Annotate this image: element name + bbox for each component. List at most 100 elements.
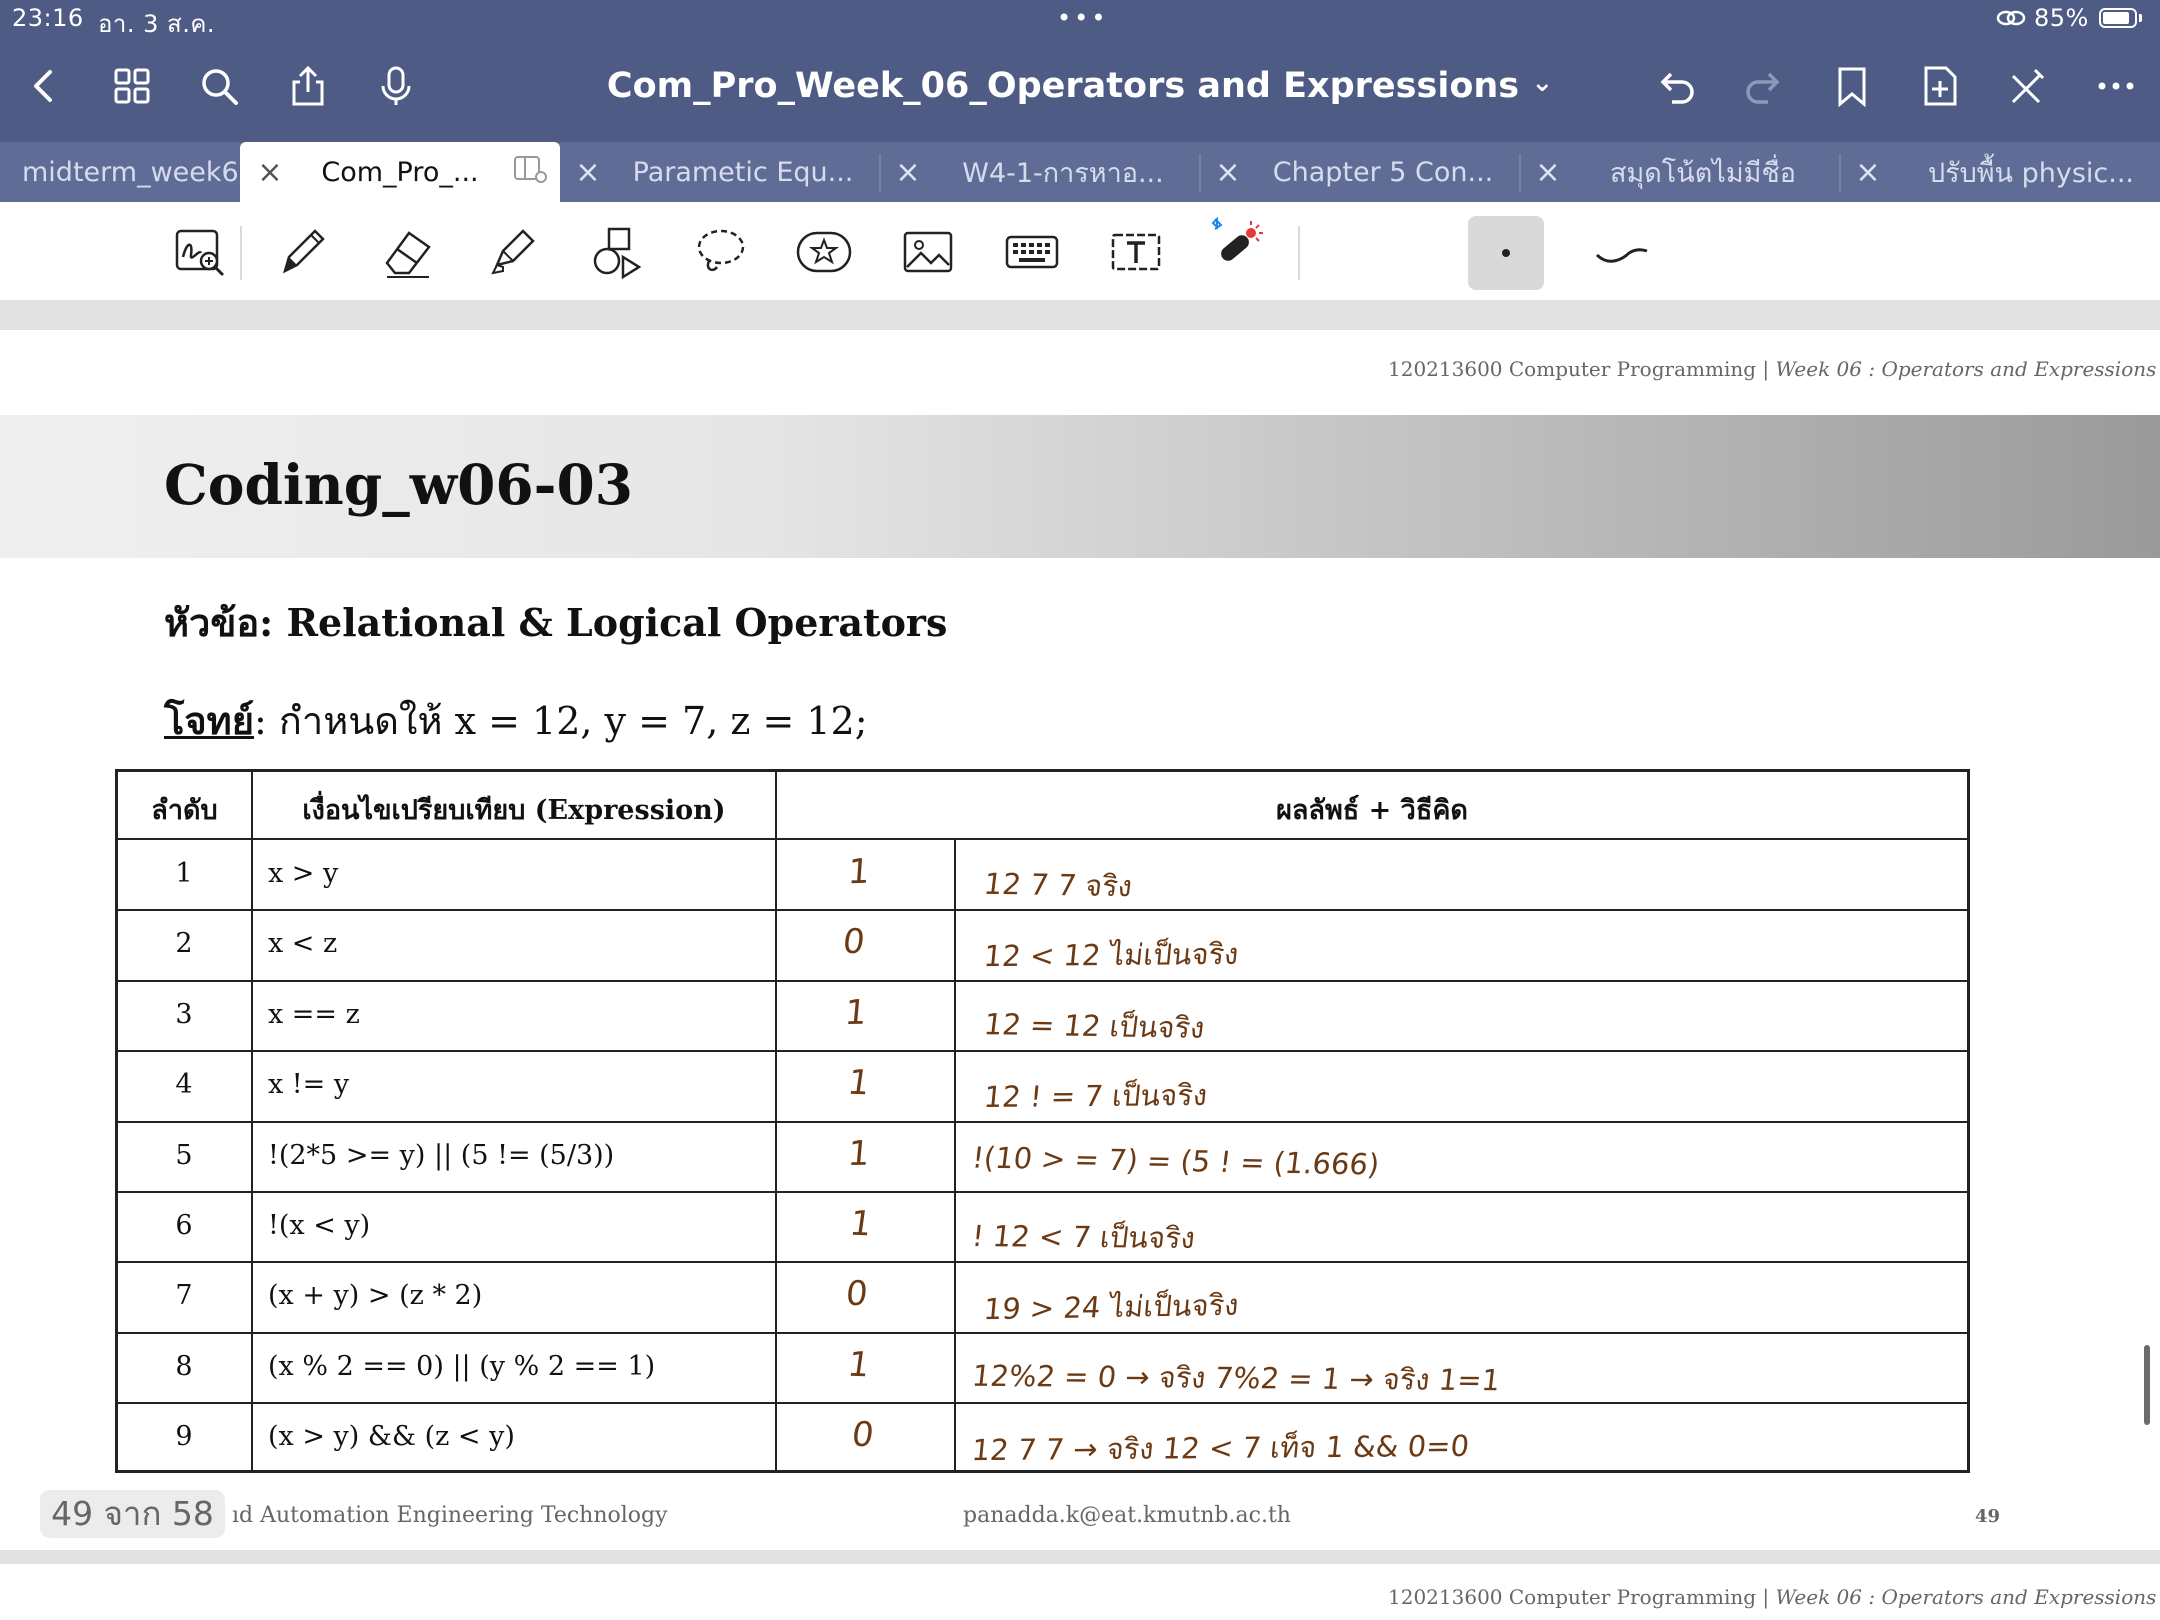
course-name: 120213600 Computer Programming bbox=[1388, 357, 1757, 381]
microphone-icon[interactable] bbox=[372, 62, 420, 110]
problem-statement: โจทย์: กำหนดให้ x = 12, y = 7, z = 12; bbox=[164, 690, 868, 751]
table-row-line bbox=[115, 1191, 1970, 1193]
keyboard-icon[interactable] bbox=[1000, 220, 1064, 284]
tab-label: Chapter 5 Con... bbox=[1272, 156, 1494, 188]
tab-physics[interactable]: × ปรับพื้น physic... bbox=[1840, 142, 2160, 202]
row-expression: (x > y) && (z < y) bbox=[268, 1421, 515, 1452]
add-page-icon[interactable] bbox=[1916, 62, 1964, 110]
battery-level bbox=[2103, 12, 2129, 24]
lasso-icon[interactable] bbox=[688, 220, 752, 284]
handwritten-answer: 1 bbox=[843, 992, 869, 1034]
undo-icon[interactable] bbox=[1652, 62, 1700, 110]
row-number: 8 bbox=[175, 1351, 193, 1382]
tab-label: W4-1-การหาอ... bbox=[962, 157, 1164, 189]
chevron-down-icon: ⌄ bbox=[1531, 68, 1554, 98]
handwritten-working: 12%2 = 0 → จริง 7%2 = 1 → จริง 1=1 bbox=[970, 1358, 1502, 1398]
handwritten-working: 19 > 24 ไม่เป็นจริง bbox=[982, 1287, 1241, 1327]
close-icon[interactable]: × bbox=[252, 155, 288, 190]
pen-icon[interactable] bbox=[270, 220, 334, 284]
bookmark-icon[interactable] bbox=[1828, 62, 1876, 110]
tab-com-pro[interactable]: × Com_Pro_... bbox=[240, 142, 560, 202]
battery-icon bbox=[2099, 8, 2137, 28]
table-row-line bbox=[115, 1121, 1970, 1123]
shapes-icon[interactable] bbox=[584, 220, 648, 284]
battery-tip bbox=[2139, 14, 2142, 22]
course-name: 120213600 Computer Programming bbox=[1388, 1585, 1757, 1609]
share-icon[interactable] bbox=[284, 62, 332, 110]
status-time: 23:16 bbox=[12, 4, 84, 32]
row-number: 7 bbox=[175, 1280, 193, 1311]
link-icon bbox=[1996, 6, 2026, 30]
handwritten-working: 12 7 7 → จริง 12 < 7 เท็จ 1 && 0=0 bbox=[970, 1428, 1471, 1468]
handwriting-zoom-icon[interactable] bbox=[168, 220, 232, 284]
row-expression: x < z bbox=[268, 928, 338, 959]
row-number: 9 bbox=[175, 1421, 193, 1452]
close-icon[interactable]: × bbox=[1850, 155, 1886, 190]
toolbar-divider bbox=[240, 226, 242, 280]
week-title: Week 06 : Operators and Expressions bbox=[1775, 1585, 2157, 1609]
tab-chapter-5[interactable]: × Chapter 5 Con... bbox=[1200, 142, 1520, 202]
tab-parametic[interactable]: × Parametic Equ... bbox=[560, 142, 880, 202]
toolbar-divider bbox=[1298, 226, 1300, 280]
multitasking-dots-icon[interactable]: ••• bbox=[1057, 4, 1108, 32]
laser-pointer-icon[interactable] bbox=[1204, 212, 1268, 276]
header-separator: | bbox=[1756, 1585, 1776, 1609]
more-icon[interactable] bbox=[2092, 62, 2140, 110]
battery-percent: 85% bbox=[2034, 4, 2089, 32]
topic-heading: หัวข้อ: Relational & Logical Operators bbox=[164, 600, 948, 645]
thumbnails-grid-icon[interactable] bbox=[108, 62, 156, 110]
tab-w4-1[interactable]: × W4-1-การหาอ... bbox=[880, 142, 1200, 202]
row-number: 2 bbox=[175, 928, 193, 959]
row-expression: x != y bbox=[268, 1069, 350, 1100]
search-icon[interactable] bbox=[195, 62, 243, 110]
split-view-icon[interactable] bbox=[512, 154, 548, 191]
navigation-bar: 23:16 อา. 3 ส.ค. ••• 85% Com_Pro_Week_06… bbox=[0, 0, 2160, 142]
row-number: 5 bbox=[175, 1140, 193, 1171]
handwritten-working: 12 7 7 จริง bbox=[982, 866, 1135, 904]
table-row-line bbox=[115, 1050, 1970, 1052]
pencil-off-icon[interactable] bbox=[2003, 62, 2051, 110]
close-icon[interactable]: × bbox=[1210, 155, 1246, 190]
stroke-size-button[interactable] bbox=[1468, 216, 1544, 290]
handwritten-answer: 1 bbox=[846, 1133, 872, 1175]
image-icon[interactable] bbox=[896, 220, 960, 284]
footer-department: ıd Automation Engineering Technology bbox=[232, 1503, 668, 1528]
tab-untitled-notebook[interactable]: × สมุดโน้ตไม่มีชื่อ bbox=[1520, 142, 1840, 202]
redo-icon[interactable] bbox=[1740, 62, 1788, 110]
problem-text: : กำหนดให้ x = 12, y = 7, z = 12; bbox=[254, 699, 868, 743]
back-icon[interactable] bbox=[20, 62, 68, 110]
table-column-line bbox=[954, 838, 956, 1473]
row-number: 6 bbox=[175, 1210, 193, 1241]
row-expression: !(x < y) bbox=[268, 1210, 371, 1241]
tab-label: สมุดโน้ตไม่มีชื่อ bbox=[1609, 157, 1797, 189]
table-header-line bbox=[115, 838, 1970, 840]
stroke-style-icon[interactable] bbox=[1590, 220, 1654, 284]
close-icon[interactable]: × bbox=[1530, 155, 1566, 190]
table-row-line bbox=[115, 909, 1970, 911]
slide-title: Coding_w06-03 bbox=[164, 452, 634, 517]
sticker-icon[interactable] bbox=[792, 220, 856, 284]
handwritten-answer: 1 bbox=[846, 851, 872, 893]
row-expression: x == z bbox=[268, 999, 360, 1030]
footer-email: panadda.k@eat.kmutnb.ac.th bbox=[963, 1503, 1291, 1528]
column-header-expression: เงื่อนไขเปรียบเทียบ (Expression) bbox=[302, 795, 726, 826]
close-icon[interactable]: × bbox=[570, 155, 606, 190]
highlighter-icon[interactable] bbox=[480, 220, 544, 284]
table-row-line bbox=[115, 980, 1970, 982]
handwritten-working: !(10 > = 7) = (5 ! = (1.666) bbox=[970, 1140, 1382, 1182]
week-title: Week 06 : Operators and Expressions bbox=[1775, 357, 2157, 381]
annotation-toolbar bbox=[0, 202, 2160, 301]
row-number: 4 bbox=[175, 1069, 193, 1100]
next-page-header: 120213600 Computer Programming | Week 06… bbox=[1388, 1585, 2156, 1609]
eraser-icon[interactable] bbox=[376, 220, 440, 284]
header-separator: | bbox=[1756, 357, 1776, 381]
page-gap bbox=[0, 1550, 2160, 1564]
text-box-icon[interactable] bbox=[1104, 220, 1168, 284]
document-title[interactable]: Com_Pro_Week_06_Operators and Expression… bbox=[600, 66, 1560, 106]
scrollbar-thumb[interactable] bbox=[2144, 1345, 2150, 1425]
tab-bar: midterm_week6 × Com_Pro_... × Parametic … bbox=[0, 142, 2160, 202]
handwritten-working: 12 < 12 ไม่เป็นจริง bbox=[982, 936, 1241, 974]
close-icon[interactable]: × bbox=[890, 155, 926, 190]
column-header-result: ผลลัพธ์ + วิธีคิด bbox=[1276, 795, 1468, 826]
column-header-order: ลำดับ bbox=[151, 795, 218, 826]
